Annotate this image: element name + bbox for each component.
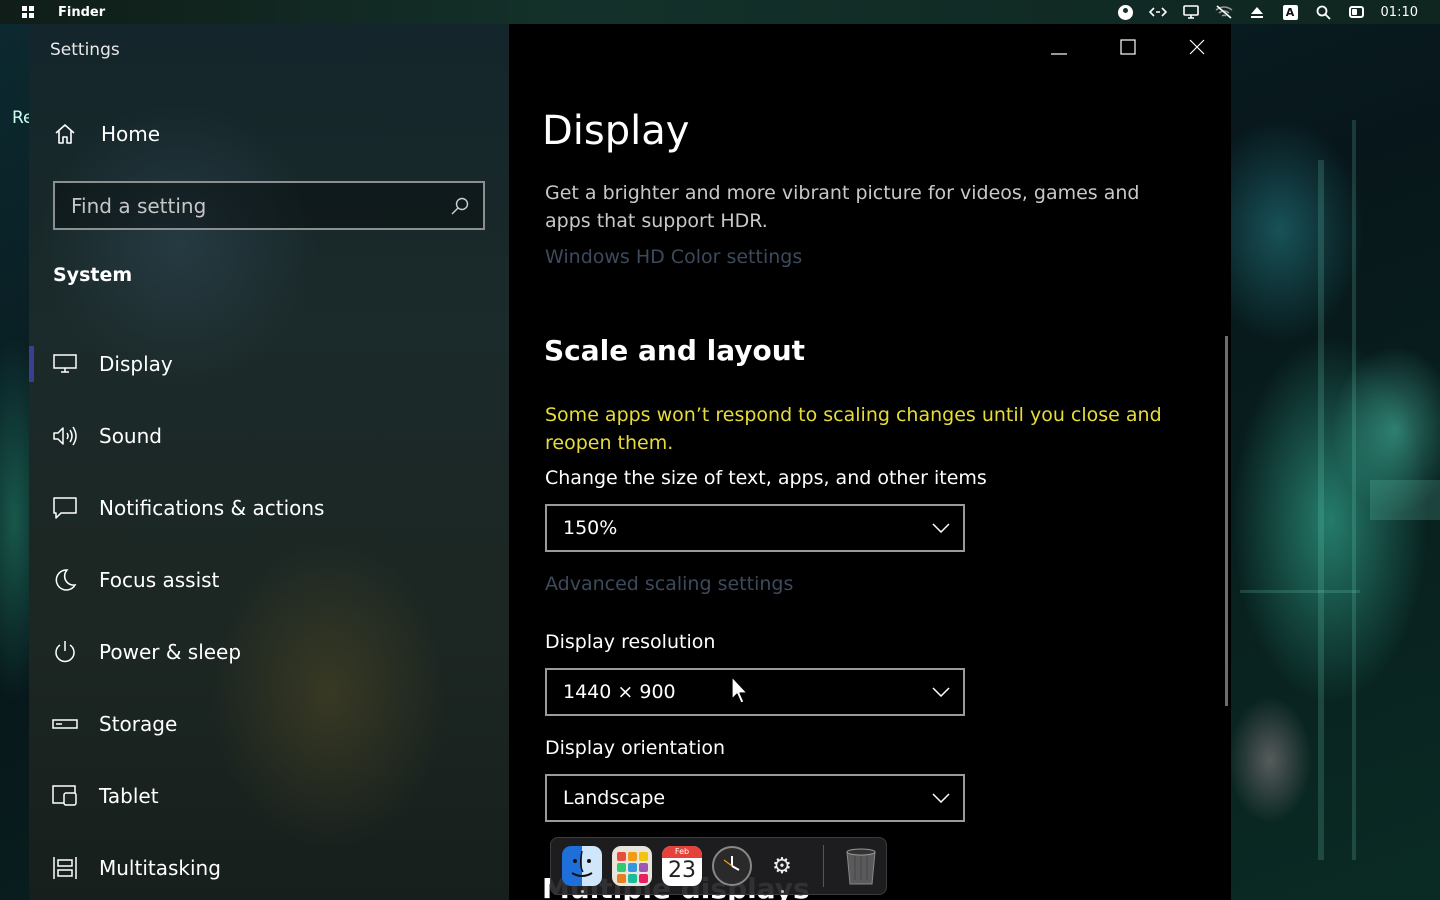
close-button[interactable]	[1162, 24, 1231, 74]
wallpaper-detail	[1370, 480, 1440, 520]
search-icon[interactable]	[449, 195, 471, 217]
system-tray: A 01:10	[1109, 0, 1440, 24]
running-indicator	[581, 890, 584, 893]
settings-gear-icon: ⚙	[772, 853, 792, 879]
scale-layout-heading: Scale and layout	[544, 334, 806, 367]
maximize-icon	[1119, 39, 1136, 59]
advanced-scaling-link[interactable]: Advanced scaling settings	[545, 573, 793, 595]
nav-item-power-sleep[interactable]: Power & sleep	[29, 616, 509, 688]
mouse-cursor-icon	[731, 676, 748, 704]
nav-item-focus-assist[interactable]: Focus assist	[29, 544, 509, 616]
orientation-value: Landscape	[563, 787, 666, 809]
dock-item-launchpad[interactable]	[607, 837, 657, 895]
code-icon[interactable]	[1142, 0, 1175, 24]
account-circle-icon[interactable]	[1109, 0, 1142, 24]
nav-item-storage[interactable]: Storage	[29, 688, 509, 760]
nav-item-notifications[interactable]: Notifications & actions	[29, 472, 509, 544]
system-nav-list: Display Sound Notifications & actions Fo…	[29, 328, 509, 900]
active-app-name[interactable]: Finder	[58, 5, 105, 20]
nav-item-label: Notifications & actions	[99, 496, 325, 520]
scale-size-dropdown[interactable]: 150%	[545, 504, 965, 552]
dock-item-trash[interactable]	[836, 837, 886, 895]
nav-home[interactable]: Home	[51, 118, 160, 150]
nav-home-label: Home	[101, 122, 161, 146]
nav-item-label: Power & sleep	[99, 640, 242, 664]
nav-item-multitasking[interactable]: Multitasking	[29, 832, 509, 900]
menubar-clock[interactable]: 01:10	[1381, 5, 1418, 20]
nav-item-display[interactable]: Display	[29, 328, 509, 400]
minimize-button[interactable]	[1024, 24, 1093, 74]
trash-icon	[846, 848, 876, 885]
wifi-off-icon[interactable]	[1208, 0, 1241, 24]
page-title: Display	[542, 108, 690, 154]
maximize-button[interactable]	[1093, 24, 1162, 74]
dock-item-calendar[interactable]: Feb 23	[657, 837, 707, 895]
window-title: Settings	[50, 40, 120, 60]
display-icon[interactable]	[1175, 0, 1208, 24]
storage-icon	[51, 710, 79, 738]
minimize-icon	[1050, 40, 1067, 59]
speaker-icon	[51, 422, 79, 450]
nav-item-sound[interactable]: Sound	[29, 400, 509, 472]
dock-item-finder[interactable]	[557, 837, 607, 895]
display-settings-pane: Display Get a brighter and more vibrant …	[509, 24, 1231, 900]
orientation-dropdown[interactable]: Landscape	[545, 774, 965, 822]
windows-logo-icon[interactable]	[22, 6, 34, 18]
nav-item-label: Focus assist	[99, 568, 220, 592]
wallpaper-detail	[1352, 120, 1356, 860]
nav-item-tablet[interactable]: Tablet	[29, 760, 509, 832]
search-icon[interactable]	[1307, 0, 1340, 24]
settings-sidebar: Settings Home System Display	[29, 24, 509, 900]
resolution-label: Display resolution	[545, 631, 716, 653]
nav-item-label: Tablet	[99, 784, 159, 808]
monitor-icon	[51, 350, 79, 378]
running-indicator	[781, 890, 784, 893]
nav-item-label: Sound	[99, 424, 162, 448]
orientation-label: Display orientation	[545, 737, 726, 759]
find-setting-input[interactable]	[71, 193, 449, 218]
wallpaper-detail	[1240, 590, 1360, 593]
resolution-dropdown[interactable]: 1440 × 900	[545, 668, 965, 716]
caption-buttons	[1024, 24, 1231, 74]
dock-separator	[823, 845, 824, 887]
dock-item-settings[interactable]: ⚙	[757, 837, 807, 895]
scale-size-value: 150%	[563, 517, 618, 539]
input-method-icon[interactable]: A	[1274, 0, 1307, 24]
nav-item-label: Display	[99, 352, 173, 376]
dock-item-clock[interactable]	[707, 837, 757, 895]
nav-item-label: Multitasking	[99, 856, 221, 880]
dock: Feb 23 ⚙	[550, 837, 887, 895]
control-center-icon[interactable]	[1340, 0, 1373, 24]
chevron-down-icon	[931, 788, 951, 808]
scale-size-label: Change the size of text, apps, and other…	[545, 467, 987, 489]
notification-icon	[51, 494, 79, 522]
scaling-warning-text: Some apps won’t respond to scaling chang…	[545, 404, 1162, 454]
hdr-description: Get a brighter and more vibrant picture …	[545, 182, 1140, 232]
moon-icon	[51, 566, 79, 594]
home-icon	[51, 120, 79, 148]
power-icon	[51, 638, 79, 666]
calendar-icon: Feb 23	[662, 846, 702, 886]
windows-hd-color-link[interactable]: Windows HD Color settings	[545, 246, 802, 268]
finder-icon	[562, 846, 602, 886]
calendar-day: 23	[668, 858, 696, 883]
close-icon	[1189, 39, 1205, 59]
section-label-system: System	[53, 264, 133, 286]
nav-item-label: Storage	[99, 712, 178, 736]
launchpad-icon	[612, 846, 652, 886]
find-setting-search[interactable]	[53, 181, 485, 230]
tablet-icon	[51, 782, 79, 810]
content-scrollbar[interactable]	[1225, 336, 1228, 706]
chevron-down-icon	[931, 682, 951, 702]
clock-icon	[712, 846, 752, 886]
calendar-month: Feb	[662, 846, 702, 858]
eject-icon[interactable]	[1241, 0, 1274, 24]
chevron-down-icon	[931, 518, 951, 538]
top-menubar: Finder A 01:10	[0, 0, 1440, 24]
settings-window: Settings Home System Display	[29, 24, 1231, 900]
wallpaper-detail	[1318, 160, 1324, 860]
multitasking-icon	[51, 854, 79, 882]
